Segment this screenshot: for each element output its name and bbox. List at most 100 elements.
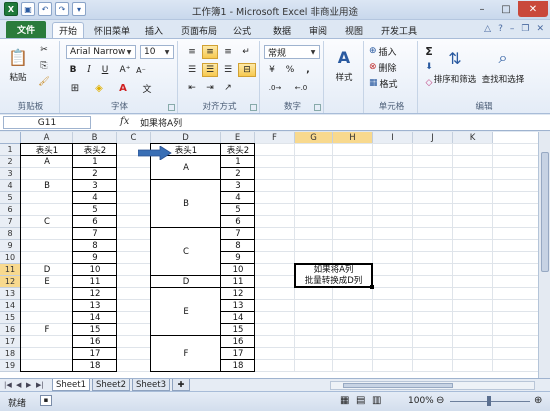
increase-decimal-icon[interactable]: .0→ <box>264 81 286 95</box>
last-sheet-icon[interactable]: ▶| <box>36 381 44 389</box>
page-break-view-icon[interactable]: ▥ <box>372 395 381 406</box>
vertical-scroll-thumb[interactable] <box>541 152 549 272</box>
tab-classic-menu[interactable]: 怀旧菜单 <box>90 22 134 38</box>
row-header-11[interactable]: 11 <box>0 264 21 276</box>
orientation-icon[interactable]: ↗ <box>220 81 236 95</box>
workbook-restore-icon[interactable]: ❐ <box>521 24 529 34</box>
decrease-decimal-icon[interactable]: ←.0 <box>290 81 312 95</box>
tab-developer[interactable]: 开发工具 <box>376 22 422 38</box>
sort-filter-icon[interactable]: ⇅ <box>442 45 468 71</box>
row-header-16[interactable]: 16 <box>0 324 21 336</box>
sort-filter-button[interactable]: 排序和筛选 <box>432 73 478 85</box>
row-header-18[interactable]: 18 <box>0 348 21 360</box>
row-header-3[interactable]: 3 <box>0 168 21 180</box>
paste-icon[interactable]: 📋 <box>6 43 30 71</box>
first-sheet-icon[interactable]: |◀ <box>4 381 12 389</box>
row-header-19[interactable]: 19 <box>0 360 21 372</box>
bold-button[interactable]: B <box>66 63 80 77</box>
tab-insert[interactable]: 插入 <box>140 22 168 38</box>
align-bottom-icon[interactable]: ≡ <box>220 45 236 59</box>
name-box[interactable]: G11 <box>3 116 91 129</box>
find-select-button[interactable]: 查找和选择 <box>478 73 528 85</box>
horizontal-scroll-thumb[interactable] <box>343 383 453 388</box>
row-header-10[interactable]: 10 <box>0 252 21 264</box>
prev-sheet-icon[interactable]: ◀ <box>16 381 21 389</box>
formula-input[interactable]: 如果将A列 <box>140 116 182 129</box>
increase-indent-icon[interactable]: ⇥ <box>202 81 218 95</box>
worksheet-grid[interactable]: ABCDEFGHIJK 1 2 3 4 5 6 7 8 9 10 11 12 13 14 15 16 17 18 1… <box>0 132 550 378</box>
insert-cells-button[interactable]: ⊕ 插入 <box>368 44 416 58</box>
page-layout-view-icon[interactable]: ▤ <box>356 395 365 406</box>
align-left-icon[interactable]: ☰ <box>184 63 200 77</box>
zoom-out-icon[interactable]: ⊖ <box>436 395 444 406</box>
help-icon[interactable]: ? <box>498 24 503 34</box>
row-header-13[interactable]: 13 <box>0 288 21 300</box>
horizontal-scrollbar[interactable] <box>330 381 535 390</box>
italic-button[interactable]: I <box>82 63 96 77</box>
comma-button[interactable]: , <box>300 63 316 77</box>
row-header-4[interactable]: 4 <box>0 180 21 192</box>
sheet-tab-sheet2[interactable]: Sheet2 <box>92 379 130 391</box>
paste-button[interactable]: 粘贴 <box>4 71 32 83</box>
format-cells-button[interactable]: ▦ 格式 <box>368 76 416 90</box>
fill-color-icon[interactable]: ◈ <box>90 81 108 95</box>
font-name-select[interactable]: Arial Narrow ▼ <box>66 45 136 59</box>
font-size-select[interactable]: 10 ▼ <box>140 45 174 59</box>
workbook-close-icon[interactable]: ✕ <box>536 24 544 34</box>
wrap-text-icon[interactable]: ↵ <box>238 45 254 59</box>
insert-function-icon[interactable]: fx <box>120 116 134 129</box>
zoom-level[interactable]: 100% <box>408 396 434 406</box>
row-header-17[interactable]: 17 <box>0 336 21 348</box>
select-all-corner[interactable] <box>0 132 21 144</box>
styles-icon[interactable]: A <box>332 45 356 69</box>
tab-formulas[interactable]: 公式 <box>228 22 256 38</box>
row-header-14[interactable]: 14 <box>0 300 21 312</box>
find-select-icon[interactable]: ⌕ <box>490 45 516 71</box>
tab-data[interactable]: 数据 <box>268 22 296 38</box>
zoom-in-icon[interactable]: ⊕ <box>534 395 542 406</box>
font-color-icon[interactable]: A <box>114 81 132 95</box>
normal-view-icon[interactable]: ▦ <box>340 395 349 406</box>
merge-center-icon[interactable]: ⊟ <box>238 63 256 77</box>
maximize-icon[interactable]: □ <box>494 1 518 17</box>
row-header-5[interactable]: 5 <box>0 192 21 204</box>
row-header-12[interactable]: 12 <box>0 276 21 288</box>
cut-icon[interactable]: ✂ <box>36 43 52 57</box>
underline-button[interactable]: U <box>98 63 112 77</box>
copy-icon[interactable]: ⎘ <box>36 59 52 73</box>
phonetic-icon[interactable]: 文 <box>138 81 156 95</box>
close-icon[interactable]: ✕ <box>518 1 548 17</box>
number-format-select[interactable]: 常规 ▼ <box>264 45 320 59</box>
row-header-8[interactable]: 8 <box>0 228 21 240</box>
currency-icon[interactable]: ¥ <box>264 63 280 77</box>
tab-page-layout[interactable]: 页面布局 <box>176 22 222 38</box>
minimize-icon[interactable]: – <box>470 1 494 17</box>
align-top-icon[interactable]: ≡ <box>184 45 200 59</box>
align-right-icon[interactable]: ☰ <box>220 63 236 77</box>
autosum-button[interactable]: Σ <box>422 44 436 58</box>
styles-button[interactable]: 样式 <box>326 71 362 83</box>
workbook-minimize-icon[interactable]: – <box>510 24 515 34</box>
align-center-icon[interactable]: ☰ <box>202 63 218 77</box>
macro-record-icon[interactable]: ▪ <box>40 395 52 406</box>
sheet-tab-sheet3[interactable]: Sheet3 <box>132 379 170 391</box>
row-header-7[interactable]: 7 <box>0 216 21 228</box>
align-middle-icon[interactable]: ≡ <box>202 45 218 59</box>
sheet-tab-sheet1[interactable]: Sheet1 <box>52 379 90 391</box>
tab-file[interactable]: 文件 <box>6 21 46 38</box>
zoom-slider-thumb[interactable] <box>487 396 491 406</box>
tab-home[interactable]: 开始 <box>52 22 84 38</box>
tab-view[interactable]: 视图 <box>340 22 368 38</box>
row-header-1[interactable]: 1 <box>0 144 21 156</box>
borders-icon[interactable]: ⊞ <box>66 81 84 95</box>
row-header-2[interactable]: 2 <box>0 156 21 168</box>
row-header-9[interactable]: 9 <box>0 240 21 252</box>
percent-button[interactable]: % <box>282 63 298 77</box>
next-sheet-icon[interactable]: ▶ <box>26 381 31 389</box>
vertical-scrollbar[interactable] <box>538 132 550 378</box>
grow-font-icon[interactable]: A⁺ <box>118 63 132 77</box>
decrease-indent-icon[interactable]: ⇤ <box>184 81 200 95</box>
new-sheet-icon[interactable]: ✚ <box>172 379 190 391</box>
fill-icon[interactable]: ⬇ <box>422 60 436 74</box>
delete-cells-button[interactable]: ⊗ 删除 <box>368 60 416 74</box>
